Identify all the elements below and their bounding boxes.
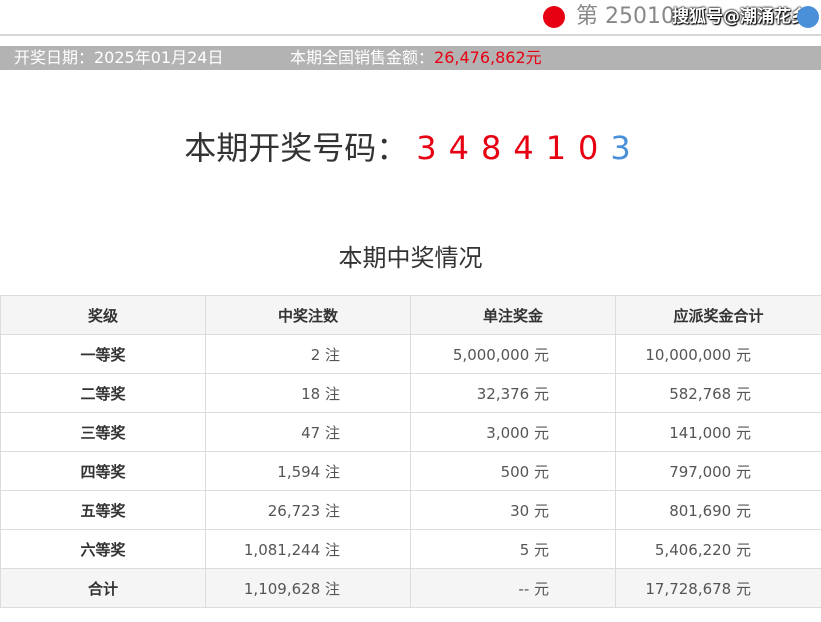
table-row: 三等奖 47 注 3,000 元 141,000 元 [0,412,821,452]
top-header: 第 25010 搜狐号@潮涌花乡 [0,0,821,36]
red-number: 1 [545,129,567,167]
sales-amount: 26,476,862元 [434,48,542,67]
issue-number: 第 25010 [576,4,675,29]
header-level: 奖级 [0,295,206,335]
red-number: 4 [513,129,534,167]
prize-level: 二等奖 [0,373,206,413]
blue-ball-icon [797,6,819,28]
table-row: 二等奖 18 注 32,376 元 582,768 元 [0,373,821,413]
unit-prize: 3,000 元 [410,412,616,452]
table-row: 六等奖 1,081,244 注 5 元 5,406,220 元 [0,529,821,569]
winner-count: 26,723 注 [205,490,411,530]
prize-level: 三等奖 [0,412,206,452]
unit-prize: -- 元 [410,568,616,608]
unit-prize: 500 元 [410,451,616,491]
unit-prize: 5,000,000 元 [410,334,616,374]
prize-level: 四等奖 [0,451,206,491]
winner-count: 47 注 [205,412,411,452]
prize-section-title: 本期中奖情况 [338,244,483,272]
draw-date: 开奖日期：2025年01月24日 [14,48,224,67]
prize-table: 奖级 中奖注数 单注奖金 应派奖金合计 一等奖 2 注 5,000,000 元 … [0,295,821,608]
sales-label: 本期全国销售金额： [290,48,435,67]
total-prize: 5,406,220 元 [615,529,821,569]
table-total-row: 合计 1,109,628 注 -- 元 17,728,678 元 [0,568,821,608]
sales-info: 本期全国销售金额：26,476,862元 [290,46,542,70]
prize-level: 合计 [0,568,206,608]
red-ball-icon [543,6,565,28]
winner-count: 1,594 注 [205,451,411,491]
winner-count: 18 注 [205,373,411,413]
header-total-prize: 应派奖金合计 [615,295,821,335]
watermark: 搜狐号@潮涌花乡 [672,7,808,27]
header-count: 中奖注数 [205,295,411,335]
unit-prize: 30 元 [410,490,616,530]
prize-level: 六等奖 [0,529,206,569]
total-prize: 141,000 元 [615,412,821,452]
winner-count: 2 注 [205,334,411,374]
info-bar: 开奖日期：2025年01月24日 本期全国销售金额：26,476,862元 [0,46,821,70]
winning-numbers-title: 本期开奖号码： [184,129,409,167]
lottery-result-page: 第 25010 搜狐号@潮涌花乡 开奖日期：2025年01月24日 本期全国销售… [0,0,821,622]
total-prize: 801,690 元 [615,490,821,530]
header-unit-prize: 单注奖金 [410,295,616,335]
unit-prize: 5 元 [410,529,616,569]
table-row: 五等奖 26,723 注 30 元 801,690 元 [0,490,821,530]
winning-numbers: 本期开奖号码： 3 4 8 4 1 0 3 [0,124,821,172]
red-number: 3 [416,129,437,167]
table-row: 一等奖 2 注 5,000,000 元 10,000,000 元 [0,334,821,374]
red-number: 0 [578,129,599,167]
red-number: 4 [448,129,469,167]
unit-prize: 32,376 元 [410,373,616,413]
table-header-row: 奖级 中奖注数 单注奖金 应派奖金合计 [0,295,821,335]
prize-level: 五等奖 [0,490,206,530]
winner-count: 1,109,628 注 [205,568,411,608]
total-prize: 17,728,678 元 [615,568,821,608]
red-number: 8 [480,129,502,167]
total-prize: 797,000 元 [615,451,821,491]
winner-count: 1,081,244 注 [205,529,411,569]
table-row: 四等奖 1,594 注 500 元 797,000 元 [0,451,821,491]
blue-number: 3 [610,129,631,167]
total-prize: 10,000,000 元 [615,334,821,374]
prize-level: 一等奖 [0,334,206,374]
total-prize: 582,768 元 [615,373,821,413]
